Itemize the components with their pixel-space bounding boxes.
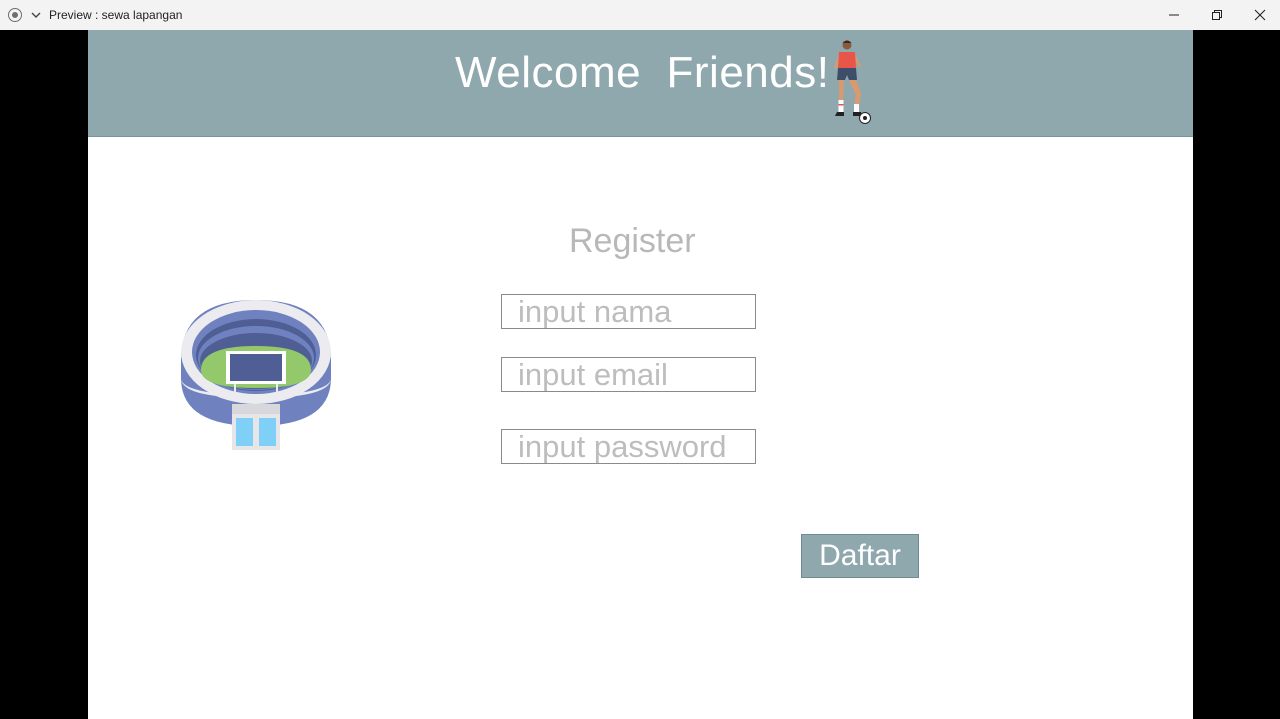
welcome-title: Welcome Friends! (455, 48, 830, 97)
header-banner: Welcome Friends! (88, 30, 1193, 137)
restore-button[interactable] (1195, 0, 1239, 30)
register-title: Register (569, 222, 696, 260)
password-input[interactable] (501, 429, 756, 464)
app-record-icon[interactable] (8, 8, 22, 22)
email-input[interactable] (501, 357, 756, 392)
close-icon (1254, 9, 1266, 21)
chevron-down-icon[interactable] (30, 8, 42, 20)
window-titlebar: Preview : sewa lapangan (0, 0, 1280, 30)
restore-icon (1212, 10, 1222, 20)
nama-input[interactable] (501, 294, 756, 329)
minimize-icon (1169, 14, 1179, 16)
app-content: Welcome Friends! Register input nama inp… (88, 30, 1193, 719)
minimize-button[interactable] (1152, 0, 1196, 30)
close-button[interactable] (1238, 0, 1280, 30)
stadium-icon (181, 300, 331, 450)
daftar-button[interactable]: Daftar (801, 534, 919, 578)
football-player-icon (834, 40, 871, 124)
window-title: Preview : sewa lapangan (49, 8, 183, 22)
